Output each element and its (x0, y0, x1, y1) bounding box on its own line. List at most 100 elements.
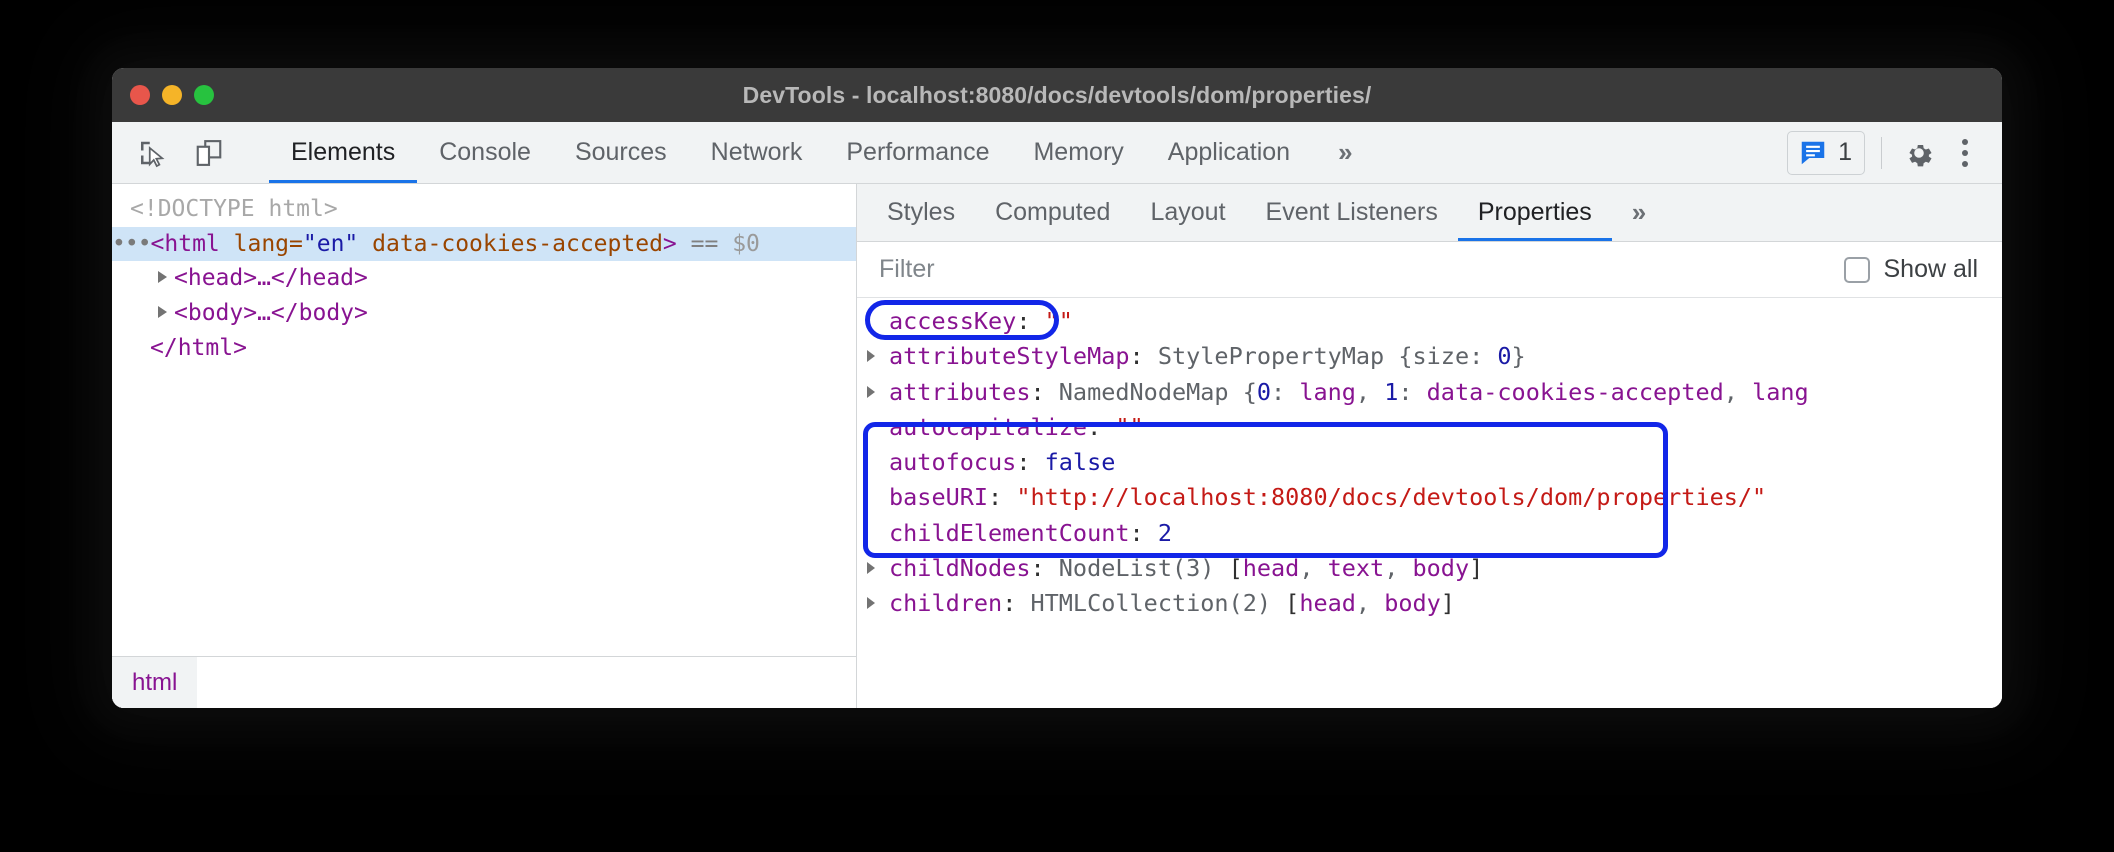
tab-properties[interactable]: Properties (1458, 184, 1612, 241)
filter-input[interactable] (879, 255, 1826, 284)
bracket-close: ] (1441, 589, 1455, 617)
property-row-childElementCount[interactable]: childElementCount: 2 (857, 516, 2002, 551)
property-row-accessKey[interactable]: accessKey: "" (857, 304, 2002, 339)
issues-message-icon (1798, 138, 1828, 168)
property-object-prefix: NamedNodeMap { (1059, 378, 1257, 406)
tab-elements[interactable]: Elements (269, 122, 417, 183)
tab-styles[interactable]: Styles (867, 184, 975, 241)
property-object-size: 0 (1497, 342, 1511, 370)
device-toolbar-icon[interactable] (188, 132, 230, 174)
property-row-childNodes[interactable]: childNodes: NodeList(3) [head, text, bod… (857, 551, 2002, 586)
property-value: "" (1045, 307, 1073, 335)
property-row-attributeStyleMap[interactable]: attributeStyleMap: StylePropertyMap {siz… (857, 339, 2002, 374)
property-attr-lang-2: lang (1752, 378, 1809, 406)
tab-layout-label: Layout (1150, 198, 1225, 227)
expand-triangle-icon[interactable] (158, 306, 167, 318)
tab-sources[interactable]: Sources (553, 122, 689, 183)
property-name: autofocus (889, 448, 1016, 476)
sidebar-tabs: Styles Computed Layout Event Listeners P… (857, 184, 2002, 242)
property-name: baseURI (889, 483, 988, 511)
bracket-close: ] (1469, 554, 1483, 582)
property-row-autofocus[interactable]: autofocus: false (857, 445, 2002, 480)
tab-elements-label: Elements (291, 138, 395, 167)
dom-line-head[interactable]: <head>…</head> (112, 261, 856, 296)
tab-console-label: Console (439, 138, 531, 167)
show-all-label: Show all (1884, 255, 1979, 284)
body-node-text: <body>…</body> (174, 300, 368, 326)
tab-application-label: Application (1168, 138, 1290, 167)
tab-computed[interactable]: Computed (975, 184, 1130, 241)
property-baseURI-text: baseURI: "http://localhost:8080/docs/dev… (885, 482, 1766, 513)
html-open-tag: <html (151, 231, 234, 257)
property-childNodes-text: childNodes: NodeList(3) [head, text, bod… (885, 553, 1483, 584)
dom-line-html-close: </html> (112, 331, 856, 366)
minimize-window-button[interactable] (162, 85, 182, 105)
dots-vertical-icon[interactable] (1944, 132, 1986, 174)
maximize-window-button[interactable] (194, 85, 214, 105)
property-value: 2 (1158, 519, 1172, 547)
dom-tree[interactable]: <!DOCTYPE html> •••<html lang="en" data-… (112, 184, 856, 656)
list-item: head (1243, 554, 1300, 582)
tab-console[interactable]: Console (417, 122, 553, 183)
list-item: text (1328, 554, 1385, 582)
dom-line-html-selected[interactable]: •••<html lang="en" data-cookies-accepted… (112, 227, 856, 262)
dom-line-body[interactable]: <body>…</body> (112, 296, 856, 331)
no-expand-placeholder (867, 518, 885, 527)
more-sidebar-tabs-button[interactable]: » (1612, 184, 1662, 241)
window-titlebar: DevTools - localhost:8080/docs/devtools/… (112, 68, 2002, 122)
breadcrumb: html (112, 656, 856, 708)
close-window-button[interactable] (130, 85, 150, 105)
toolbar-divider-right (1881, 137, 1882, 169)
tab-event-listeners[interactable]: Event Listeners (1246, 184, 1458, 241)
expand-triangle-icon[interactable] (867, 377, 885, 398)
inspect-element-icon[interactable] (130, 132, 172, 174)
property-sep: , (1356, 378, 1384, 406)
property-sep: , (1384, 554, 1412, 582)
tab-memory-label: Memory (1033, 138, 1123, 167)
collapsed-indicator: ••• (112, 231, 151, 257)
no-expand-placeholder (867, 447, 885, 456)
expand-triangle-icon[interactable] (158, 271, 167, 283)
issues-counter-button[interactable]: 1 (1787, 131, 1865, 175)
more-panels-button[interactable]: » (1312, 122, 1366, 183)
tab-layout[interactable]: Layout (1130, 184, 1245, 241)
tab-performance-label: Performance (846, 138, 989, 167)
expand-triangle-icon[interactable] (867, 553, 885, 574)
property-row-baseURI[interactable]: baseURI: "http://localhost:8080/docs/dev… (857, 480, 2002, 515)
list-item: body (1384, 589, 1441, 617)
head-node-text: <head>…</head> (174, 265, 368, 291)
expand-triangle-icon[interactable] (867, 341, 885, 362)
property-autocapitalize-text: autocapitalize: "" (885, 412, 1144, 443)
html-close-tag: </html> (150, 335, 247, 361)
property-row-autocapitalize[interactable]: autocapitalize: "" (857, 410, 2002, 445)
gear-icon[interactable] (1898, 132, 1940, 174)
property-colon: : (1130, 342, 1158, 370)
bracket-open: [ (1229, 554, 1243, 582)
issues-count: 1 (1838, 138, 1852, 167)
property-colon: : (1030, 378, 1058, 406)
property-sep: , (1299, 554, 1327, 582)
tab-memory[interactable]: Memory (1011, 122, 1145, 183)
property-row-attributes[interactable]: attributes: NamedNodeMap {0: lang, 1: da… (857, 375, 2002, 410)
property-value: "" (1115, 413, 1143, 441)
show-all-toggle[interactable]: Show all (1844, 255, 1979, 284)
bracket-open: [ (1285, 589, 1299, 617)
breadcrumb-item-html[interactable]: html (112, 657, 197, 708)
tab-network-label: Network (711, 138, 803, 167)
tab-network[interactable]: Network (689, 122, 825, 183)
attr-data-cookies-accepted: data-cookies-accepted (358, 231, 663, 257)
toolbar-right-icons: 1 (1787, 122, 2002, 183)
show-all-checkbox[interactable] (1844, 257, 1870, 283)
property-name: childNodes (889, 554, 1030, 582)
property-attributeStyleMap-text: attributeStyleMap: StylePropertyMap {siz… (885, 341, 1526, 372)
expand-triangle-icon[interactable] (867, 588, 885, 609)
property-row-children[interactable]: children: HTMLCollection(2) [head, body] (857, 586, 2002, 621)
property-colon: : (1130, 519, 1158, 547)
properties-list[interactable]: accessKey: "" attributeStyleMap: StylePr… (857, 298, 2002, 708)
devtools-body: <!DOCTYPE html> •••<html lang="en" data-… (112, 184, 2002, 708)
elements-panel: <!DOCTYPE html> •••<html lang="en" data-… (112, 184, 857, 708)
window-title: DevTools - localhost:8080/docs/devtools/… (112, 82, 2002, 109)
tab-performance[interactable]: Performance (824, 122, 1011, 183)
tab-application[interactable]: Application (1146, 122, 1312, 183)
property-attributes-text: attributes: NamedNodeMap {0: lang, 1: da… (885, 377, 1809, 408)
